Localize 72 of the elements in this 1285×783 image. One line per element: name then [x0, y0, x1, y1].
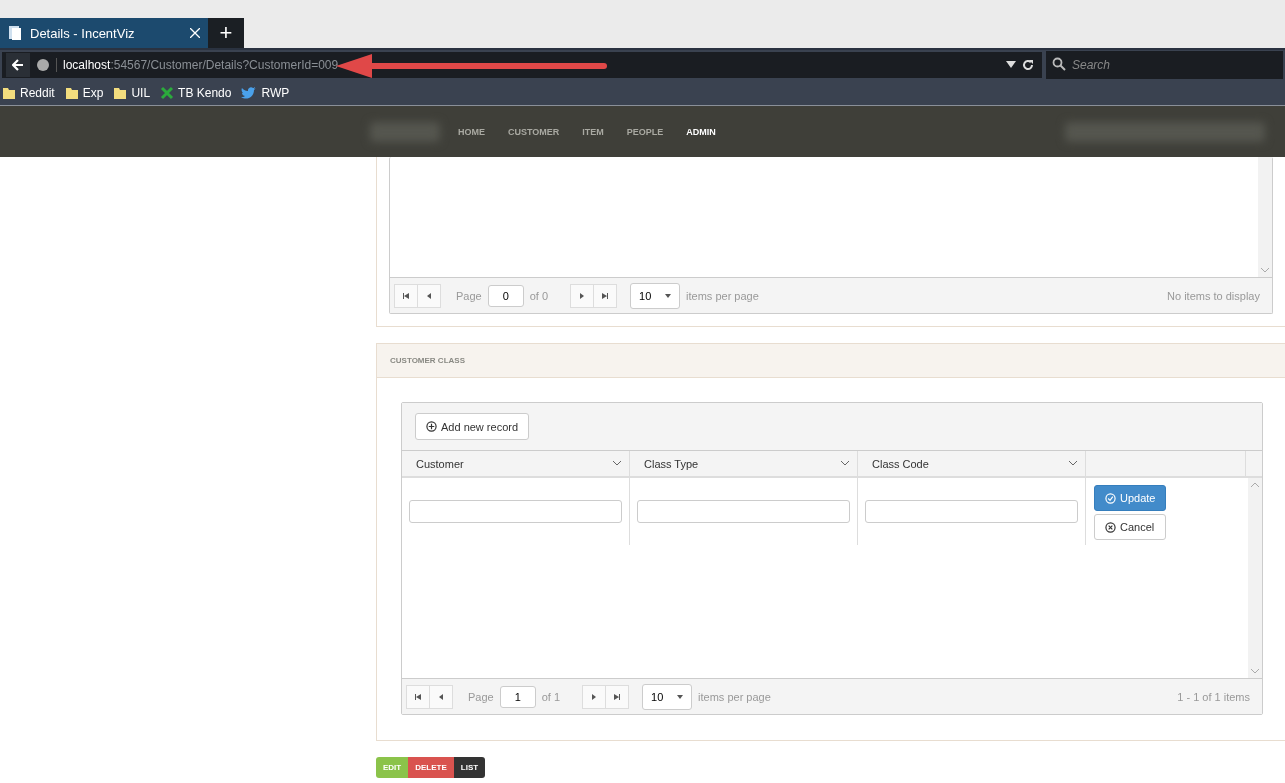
first-page-icon	[415, 693, 421, 700]
page-input[interactable]: 0	[487, 284, 524, 307]
check-circle-icon	[1105, 492, 1116, 504]
first-page-icon	[403, 292, 409, 299]
chevron-down-icon	[841, 461, 849, 466]
browser-tab[interactable]: Details - IncentViz	[0, 18, 208, 48]
folder-icon	[64, 85, 79, 100]
nav-link[interactable]: ADMIN	[686, 126, 716, 137]
page-label: Page	[468, 690, 494, 703]
back-arrow-icon	[12, 59, 24, 71]
nav-link[interactable]: CUSTOMER	[508, 126, 560, 137]
address-bar[interactable]: localhost:54567/Customer/Details?CustomerId=009	[2, 52, 1042, 78]
caret-right-icon	[591, 693, 598, 700]
last-page-icon	[602, 292, 609, 299]
action-button[interactable]: DELETE	[408, 757, 454, 778]
pager-info: 1 - 1 of 1 items	[1177, 690, 1250, 703]
bird-icon	[241, 85, 258, 100]
chevron-down-icon[interactable]	[1261, 268, 1269, 273]
x-circle-icon	[1105, 521, 1116, 533]
page-count: of 1	[541, 690, 561, 703]
cancel-button[interactable]: Cancel	[1094, 514, 1167, 540]
folder-icon	[113, 85, 128, 100]
last-page-button[interactable]	[605, 684, 630, 709]
column-header[interactable]: Class Code	[858, 451, 1086, 476]
first-page-button[interactable]	[406, 684, 430, 709]
page-size-dropdown[interactable]: 10	[630, 282, 681, 309]
tab-title: Details - IncentViz	[30, 25, 136, 41]
caret-down-icon	[677, 693, 684, 700]
input-field[interactable]	[865, 500, 1078, 523]
close-icon[interactable]	[190, 28, 200, 38]
input-field[interactable]	[409, 500, 622, 523]
pager-info: No items to display	[1167, 289, 1260, 302]
chevron-up-icon[interactable]	[1251, 482, 1259, 487]
folder-icon	[2, 85, 16, 100]
bookmark[interactable]: RWP	[241, 85, 290, 100]
chevron-down-icon	[1069, 461, 1077, 466]
bookmark[interactable]: TB Kendo	[160, 85, 232, 100]
action-button[interactable]: LIST	[453, 757, 486, 778]
nav-link[interactable]: PEOPLE	[626, 126, 664, 137]
add-record-button[interactable]: Add new record	[415, 413, 530, 440]
page-size-dropdown[interactable]: 10	[642, 683, 693, 710]
caret-down-icon	[665, 292, 672, 299]
plus-circle-icon	[426, 421, 437, 432]
chevron-down-icon[interactable]	[1251, 669, 1259, 674]
caret-left-icon	[438, 693, 444, 700]
new-tab-button[interactable]: +	[208, 18, 244, 48]
page-count: of 0	[529, 289, 549, 302]
page-input[interactable]: 1	[499, 685, 536, 708]
bookmark[interactable]: Exp	[64, 85, 104, 100]
nav-link[interactable]: ITEM	[582, 126, 604, 137]
search-field[interactable]: Search	[1046, 51, 1283, 79]
last-page-button[interactable]	[593, 283, 618, 308]
caret-right-icon	[579, 292, 586, 299]
back-button[interactable]	[6, 53, 30, 77]
items-per-page-label: items per page	[686, 289, 759, 302]
nav-link[interactable]: HOME	[458, 126, 485, 137]
panel-title: CUSTOMER CLASS	[377, 344, 1285, 378]
items-per-page-label: items per page	[698, 690, 771, 703]
bookmark[interactable]: UIL	[113, 85, 151, 100]
column-header[interactable]: Class Type	[630, 451, 858, 476]
page-label: Page	[456, 289, 482, 302]
last-page-icon	[614, 693, 621, 700]
input-field[interactable]	[637, 500, 850, 523]
reload-icon[interactable]	[1022, 59, 1034, 71]
caret-left-icon	[426, 292, 432, 299]
column-header[interactable]: Customer	[402, 451, 630, 476]
dropdown-caret-icon[interactable]	[1006, 61, 1016, 69]
bookmark[interactable]: Reddit	[2, 85, 55, 100]
page-icon	[8, 25, 22, 41]
update-button[interactable]: Update	[1094, 485, 1167, 511]
first-page-button[interactable]	[394, 283, 418, 308]
chevron-down-icon	[613, 461, 621, 466]
